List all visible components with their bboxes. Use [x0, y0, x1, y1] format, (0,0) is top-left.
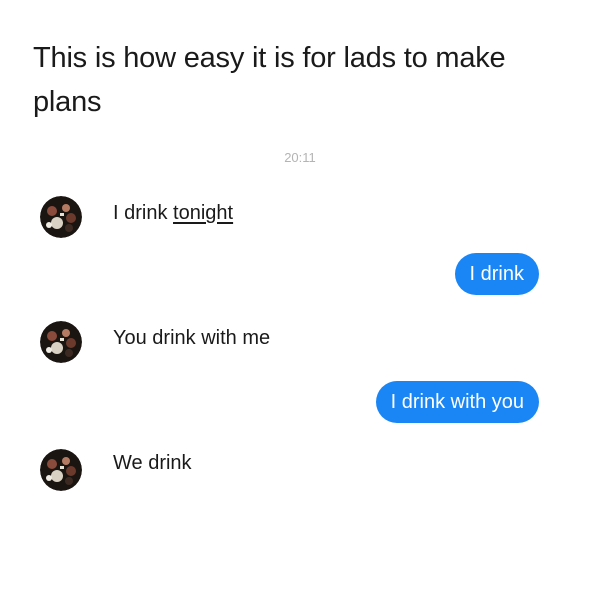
friend-avatar-icon	[40, 196, 82, 238]
incoming-message: I drink tonight	[113, 202, 233, 225]
message-text: I drink	[113, 202, 174, 224]
incoming-message: You drink with me	[113, 327, 271, 349]
friend-avatar-icon	[40, 449, 82, 491]
chat-timestamp: 20:11	[284, 150, 316, 165]
underlined-word-link[interactable]: tonight	[173, 202, 233, 224]
friend-avatar-icon	[40, 321, 82, 363]
outgoing-message-bubble: I drink	[454, 253, 539, 295]
outgoing-message-bubble: I drink with you	[375, 381, 539, 423]
meme-caption: This is how easy it is for lads to make …	[33, 42, 506, 118]
incoming-message: We drink	[113, 452, 192, 474]
